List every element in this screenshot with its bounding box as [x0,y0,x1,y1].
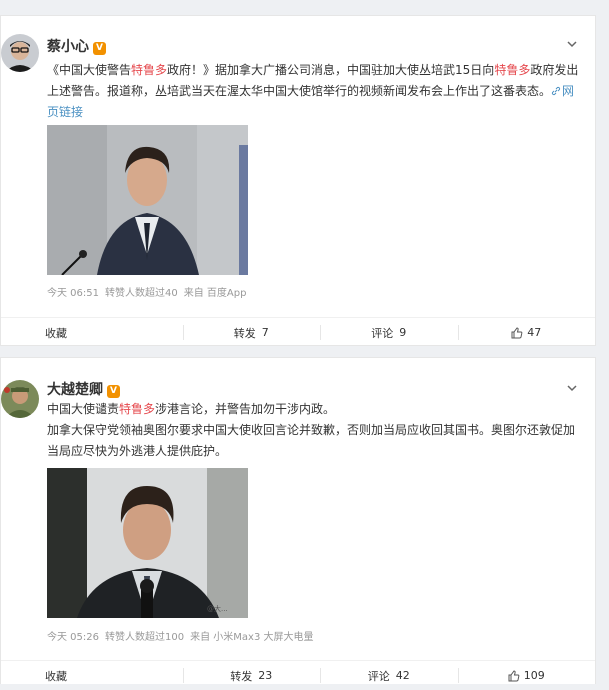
chevron-down-icon[interactable] [566,382,578,394]
thumbs-up-icon [508,669,520,681]
chevron-down-icon[interactable] [566,38,578,50]
repost-info: 转赞人数超过100 [105,632,185,643]
post-image[interactable] [47,125,248,275]
comment-button[interactable]: 评论 42 [320,661,458,690]
username[interactable]: 蔡小心 V [47,36,106,56]
post-meta: 今天 05:26 转赞人数超过100 来自 小米Max3 大屏大电量 [47,628,320,643]
avatar[interactable] [1,380,39,418]
verified-badge-icon: V [93,42,106,55]
keyword-highlight[interactable]: 特鲁多 [494,63,530,77]
weibo-post: 大越楚卿 V 中国大使谴责特鲁多涉港言论，并警告加勿干涉内政。 加拿大保守党领袖奥… [0,357,596,684]
repost-button[interactable]: 转发 7 [182,318,321,347]
like-button[interactable]: 109 [457,661,596,690]
action-bar: 收藏 转发 23 评论 42 109 [1,660,595,690]
repost-button[interactable]: 转发 23 [182,661,321,690]
avatar[interactable] [1,34,39,72]
keyword-highlight[interactable]: 特鲁多 [119,402,155,416]
collect-button[interactable]: 收藏 [1,318,183,347]
like-button[interactable]: 47 [457,318,596,347]
comment-button[interactable]: 评论 9 [320,318,458,347]
weibo-post: 蔡小心 V 《中国大使警告特鲁多政府！》据加拿大广播公司消息，中国驻加大使丛培武1… [0,15,596,346]
action-bar: 收藏 转发 7 评论 9 47 [1,317,595,347]
post-meta: 今天 06:51 转赞人数超过40 来自 百度App [47,284,252,299]
thumbs-up-icon [511,326,523,338]
post-text: 《中国大使警告特鲁多政府！》据加拿大广播公司消息，中国驻加大使丛培武15日向特鲁… [47,63,579,119]
keyword-highlight[interactable]: 特鲁多 [131,63,167,77]
verified-badge-icon: V [107,385,120,398]
post-image[interactable]: @大... [47,468,248,618]
post-time[interactable]: 今天 05:26 [47,632,99,643]
collect-button[interactable]: 收藏 [1,661,183,690]
image-watermark: @大... [207,604,228,613]
post-source: 来自 小米Max3 大屏大电量 [190,632,314,643]
post-source: 来自 百度App [183,288,247,299]
post-time[interactable]: 今天 06:51 [47,288,99,299]
post-text: 中国大使谴责特鲁多涉港言论，并警告加勿干涉内政。 加拿大保守党领袖奥图尔要求中国… [47,402,576,458]
username[interactable]: 大越楚卿 V [47,379,120,399]
repost-info: 转赞人数超过40 [105,288,178,299]
link-icon [551,86,561,96]
